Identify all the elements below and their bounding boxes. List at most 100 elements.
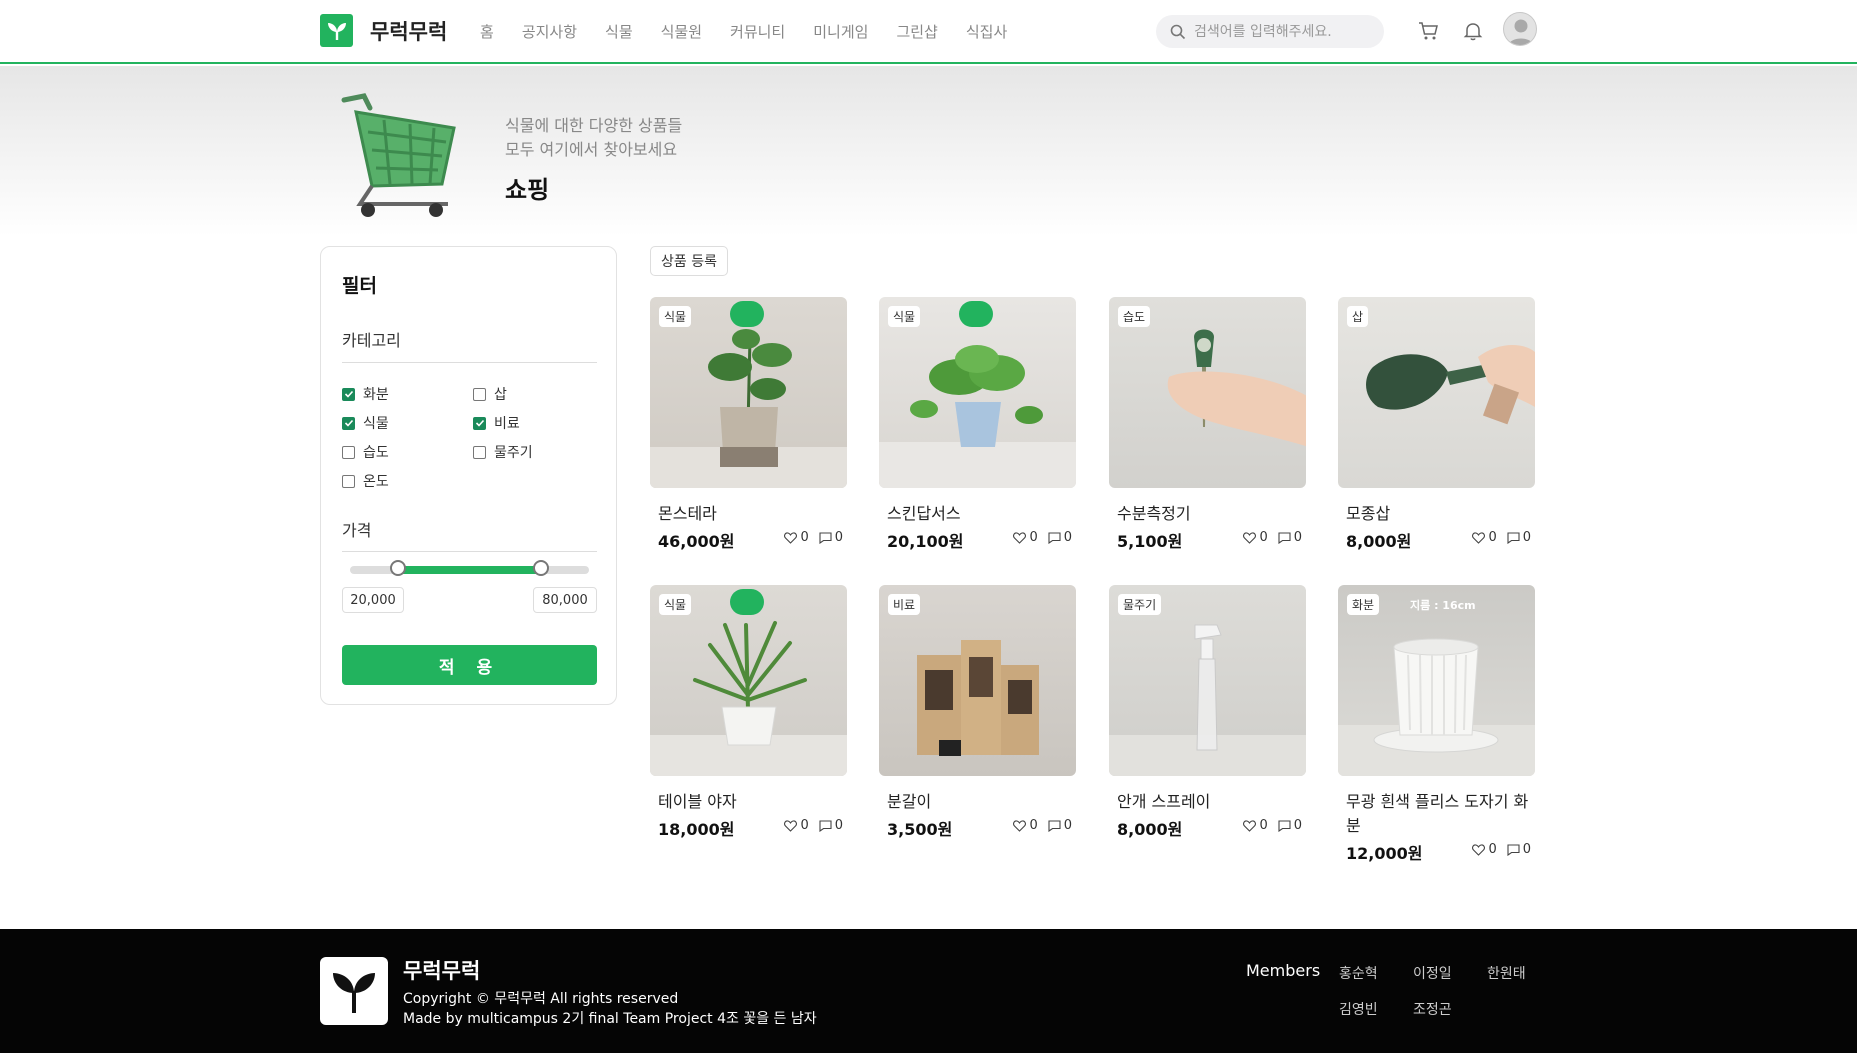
category-checkbox-temperature[interactable]: 온도	[342, 471, 389, 491]
comment-icon[interactable]	[1278, 531, 1291, 544]
checkbox-box[interactable]	[342, 445, 355, 459]
price-max-field[interactable]: 80,000	[533, 587, 597, 613]
category-checkbox-fertilizer[interactable]: 비료	[473, 413, 520, 433]
product-card[interactable]: 식물 스킨답서스 20,100원 0 0	[879, 297, 1076, 551]
heart-icon[interactable]	[1013, 531, 1027, 544]
product-price: 8,000원	[1346, 532, 1412, 551]
product-price: 46,000원	[658, 532, 735, 551]
comment-count: 0	[834, 818, 843, 833]
category-badge: 비료	[888, 594, 921, 615]
comment-icon[interactable]	[1278, 819, 1291, 832]
checkbox-box[interactable]	[473, 416, 486, 430]
product-name: 안개 스프레이	[1117, 792, 1211, 811]
checkbox-box[interactable]	[342, 474, 355, 488]
product-price: 12,000원	[1346, 844, 1423, 863]
brand-logo[interactable]: 무럭무럭	[320, 14, 447, 47]
checkbox-label: 식물	[363, 416, 389, 432]
user-avatar[interactable]	[1503, 12, 1537, 46]
like-count: 0	[800, 530, 809, 545]
member-link[interactable]: 김영빈	[1339, 999, 1378, 1019]
divider	[342, 362, 597, 363]
filter-panel: 필터 카테고리 화분 삽 식물 비료 습도 물주기 온도 가격 20,000 8…	[320, 246, 617, 705]
checkbox-label: 비료	[494, 416, 520, 432]
nav-item-plant-parent[interactable]: 식집사	[966, 21, 1007, 42]
checkbox-label: 삽	[494, 387, 507, 403]
product-card[interactable]: 비료 분갈이 3,500원 0 0	[879, 585, 1076, 839]
category-badge: 식물	[888, 306, 921, 327]
size-label: 지름 : 16cm	[1410, 599, 1476, 612]
sprout-logo-icon	[320, 957, 388, 1025]
member-link[interactable]: 홍순혁	[1339, 963, 1378, 983]
member-link[interactable]: 이정일	[1413, 963, 1452, 983]
register-product-button[interactable]: 상품 등록	[650, 246, 728, 276]
footer: 무럭무럭 Copyright © 무럭무럭 All rights reserve…	[0, 929, 1857, 1053]
category-badge: 습도	[1118, 306, 1151, 327]
product-stats: 0 0	[1472, 842, 1531, 857]
comment-icon[interactable]	[1507, 531, 1520, 544]
search-bar[interactable]	[1156, 15, 1384, 48]
product-stats: 0 0	[784, 530, 843, 545]
like-count: 0	[1488, 530, 1497, 545]
comment-icon[interactable]	[1507, 843, 1520, 856]
member-link[interactable]: 조정곤	[1413, 999, 1452, 1019]
comment-icon[interactable]	[1048, 531, 1061, 544]
heart-icon[interactable]	[784, 531, 798, 544]
product-name: 몬스테라	[658, 504, 717, 523]
price-min-handle[interactable]	[389, 560, 406, 576]
member-link[interactable]: 한원태	[1487, 963, 1526, 983]
category-checkbox-shovel[interactable]: 삽	[473, 384, 507, 404]
price-min-field[interactable]: 20,000	[342, 587, 404, 613]
nav-item-minigame[interactable]: 미니게임	[813, 21, 868, 42]
category-checkbox-humidity[interactable]: 습도	[342, 442, 389, 462]
category-checkbox-watering[interactable]: 물주기	[473, 442, 533, 462]
nav-item-greenshop[interactable]: 그린샵	[896, 21, 937, 42]
product-stats: 0 0	[1243, 818, 1302, 833]
heart-icon[interactable]	[784, 819, 798, 832]
category-badge: 식물	[659, 306, 692, 327]
nav-item-home[interactable]: 홈	[480, 21, 494, 42]
heart-icon[interactable]	[1472, 531, 1486, 544]
product-card[interactable]: 식물 몬스테라 46,000원 0 0	[650, 297, 847, 551]
price-range-slider[interactable]	[350, 566, 589, 574]
nav-item-plants[interactable]: 식물	[605, 21, 633, 42]
heart-icon[interactable]	[1243, 819, 1257, 832]
nav-item-notice[interactable]: 공지사항	[522, 21, 577, 42]
product-name: 분갈이	[887, 792, 932, 811]
product-stats: 0 0	[1243, 530, 1302, 545]
product-image-mist-spray: 물주기	[1109, 585, 1306, 776]
price-range-fill	[397, 566, 542, 574]
category-badge: 삽	[1347, 306, 1369, 327]
comment-count: 0	[1063, 530, 1072, 545]
checkbox-box[interactable]	[342, 387, 355, 401]
cart-icon[interactable]	[1417, 19, 1441, 43]
product-price: 20,100원	[887, 532, 964, 551]
search-input[interactable]	[1194, 23, 1374, 40]
product-card[interactable]: 물주기 안개 스프레이 8,000원 0 0	[1109, 585, 1306, 839]
product-card[interactable]: 화분 지름 : 16cm 무광 흰색 플리스 도자기 화분 12,000원 0 …	[1338, 585, 1535, 863]
heart-icon[interactable]	[1013, 819, 1027, 832]
nav-item-garden[interactable]: 식물원	[661, 21, 702, 42]
apply-filter-button[interactable]: 적 용	[342, 645, 597, 685]
price-title: 가격	[342, 521, 372, 540]
product-card[interactable]: 식물 테이블 야자 18,000원 0 0	[650, 585, 847, 839]
nav-item-community[interactable]: 커뮤니티	[730, 21, 785, 42]
product-image-moisture-meter: 습도	[1109, 297, 1306, 488]
product-card[interactable]: 습도 수분측정기 5,100원 0 0	[1109, 297, 1306, 551]
product-image-scindapsus: 식물	[879, 297, 1076, 488]
comment-icon[interactable]	[819, 531, 832, 544]
heart-icon[interactable]	[1472, 843, 1486, 856]
product-name: 수분측정기	[1117, 504, 1191, 523]
category-checkbox-flowerpot[interactable]: 화분	[342, 384, 389, 404]
product-card[interactable]: 삽 모종삽 8,000원 0 0	[1338, 297, 1535, 551]
comment-icon[interactable]	[1048, 819, 1061, 832]
bell-icon[interactable]	[1461, 19, 1485, 43]
checkbox-box[interactable]	[473, 387, 486, 401]
comment-icon[interactable]	[819, 819, 832, 832]
checkbox-box[interactable]	[473, 445, 486, 459]
heart-icon[interactable]	[1243, 531, 1257, 544]
checkbox-box[interactable]	[342, 416, 355, 430]
category-checkbox-plant[interactable]: 식물	[342, 413, 389, 433]
category-badge: 식물	[659, 594, 692, 615]
like-count: 0	[800, 818, 809, 833]
comment-count: 0	[1063, 818, 1072, 833]
